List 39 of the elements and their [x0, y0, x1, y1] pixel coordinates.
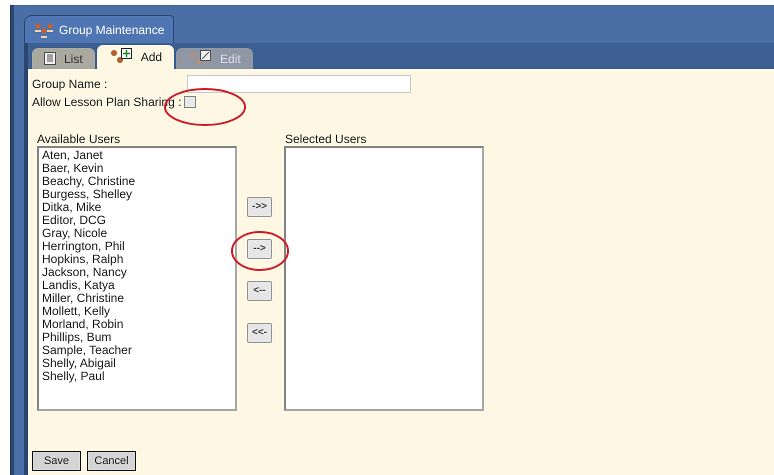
user-list-item[interactable]: Gray, Nicole	[42, 227, 232, 240]
move-button[interactable]: ->>	[247, 197, 272, 217]
group-name-field[interactable]	[187, 75, 411, 93]
user-list-item[interactable]: Phillips, Bum	[42, 331, 232, 344]
people-group-icon	[33, 22, 55, 38]
people-edit-icon	[188, 50, 212, 68]
tab[interactable]: List	[32, 48, 95, 69]
user-list-item[interactable]: Shelly, Paul	[42, 370, 232, 383]
selected-users-label: Selected Users	[285, 131, 366, 148]
window-title: Group Maintenance	[59, 22, 164, 38]
user-list-item[interactable]: Sample, Teacher	[42, 344, 232, 357]
user-list-item[interactable]: Jackson, Nancy	[42, 266, 232, 279]
group-name-label: Group Name :	[32, 76, 108, 93]
form-button[interactable]: Save	[32, 451, 81, 471]
selected-users-list[interactable]	[284, 146, 484, 411]
move-button[interactable]: <--	[247, 281, 272, 301]
user-list-item[interactable]: Baer, Kevin	[42, 162, 232, 175]
user-list-item[interactable]: Aten, Janet	[42, 149, 232, 162]
user-list-item[interactable]: Hopkins, Ralph	[42, 253, 232, 266]
user-list-item[interactable]: Shelly, Abigail	[42, 357, 232, 370]
sharing-checkbox[interactable]	[184, 96, 196, 108]
people-plus-icon	[108, 48, 133, 66]
user-list-item[interactable]: Ditka, Mike	[42, 201, 232, 214]
list-icon	[44, 52, 56, 65]
user-list-item[interactable]: Landis, Katya	[42, 279, 232, 292]
move-button[interactable]: <<-	[247, 323, 272, 343]
user-list-item[interactable]: Beachy, Christine	[42, 175, 232, 188]
user-list-item[interactable]: Herrington, Phil	[42, 240, 232, 253]
user-list-item[interactable]: Mollett, Kelly	[42, 305, 232, 318]
form-button[interactable]: Cancel	[87, 451, 136, 471]
move-button[interactable]: -->	[247, 239, 272, 259]
user-list-item[interactable]: Morland, Robin	[42, 318, 232, 331]
available-users-list[interactable]	[37, 146, 237, 411]
available-users-label: Available Users	[37, 131, 120, 148]
user-list-item[interactable]: Burgess, Shelley	[42, 188, 232, 201]
highlight-ellipse	[230, 230, 290, 272]
user-list-item[interactable]: Miller, Christine	[42, 292, 232, 305]
user-list-item[interactable]: Editor, DCG	[42, 214, 232, 227]
tab[interactable]: Add	[96, 45, 174, 69]
